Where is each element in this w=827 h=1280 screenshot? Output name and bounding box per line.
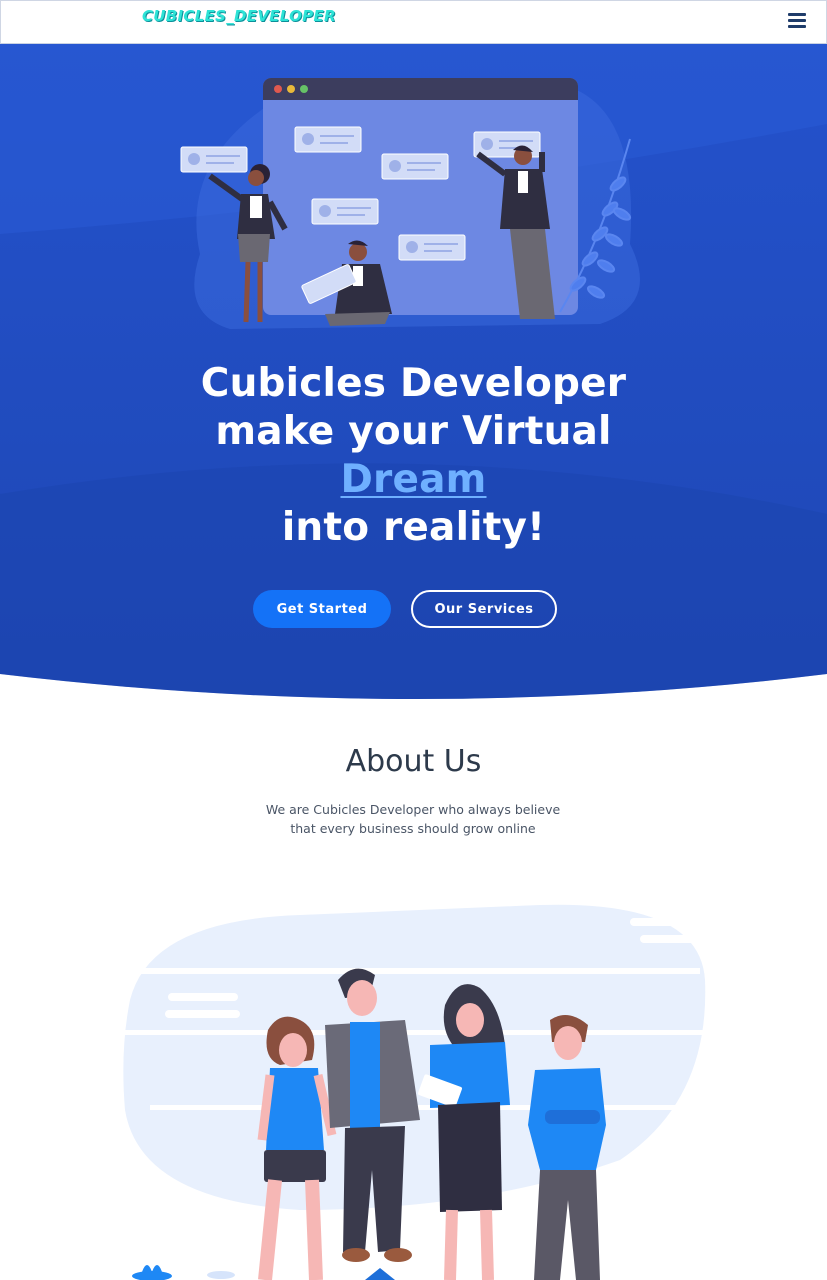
hero-title: Cubicles Developer make your Virtual Dre…: [0, 360, 827, 552]
our-services-button[interactable]: Our Services: [411, 590, 557, 628]
hero-section: Cubicles Developer make your Virtual Dre…: [0, 44, 827, 699]
hero-title-line4: into reality!: [281, 505, 546, 550]
hamburger-menu-icon[interactable]: [788, 9, 810, 31]
navbar: CUBICLES_DEVELOPER: [0, 0, 827, 44]
hero-title-line2: make your Virtual: [215, 409, 612, 454]
logo[interactable]: CUBICLES_DEVELOPER: [142, 7, 336, 25]
team-people-illustration: [123, 904, 706, 1280]
about-title: About Us: [345, 744, 482, 779]
get-started-button[interactable]: Get Started: [253, 590, 391, 628]
hero-title-accent-link[interactable]: Dream: [340, 457, 486, 502]
about-text-line1: We are Cubicles Developer who always bel…: [265, 802, 561, 817]
about-text-line2: that every business should grow online: [290, 821, 536, 836]
about-description: We are Cubicles Developer who always bel…: [213, 800, 613, 838]
hero-title-line1: Cubicles Developer: [200, 361, 627, 406]
plant-icon: [132, 1265, 172, 1280]
